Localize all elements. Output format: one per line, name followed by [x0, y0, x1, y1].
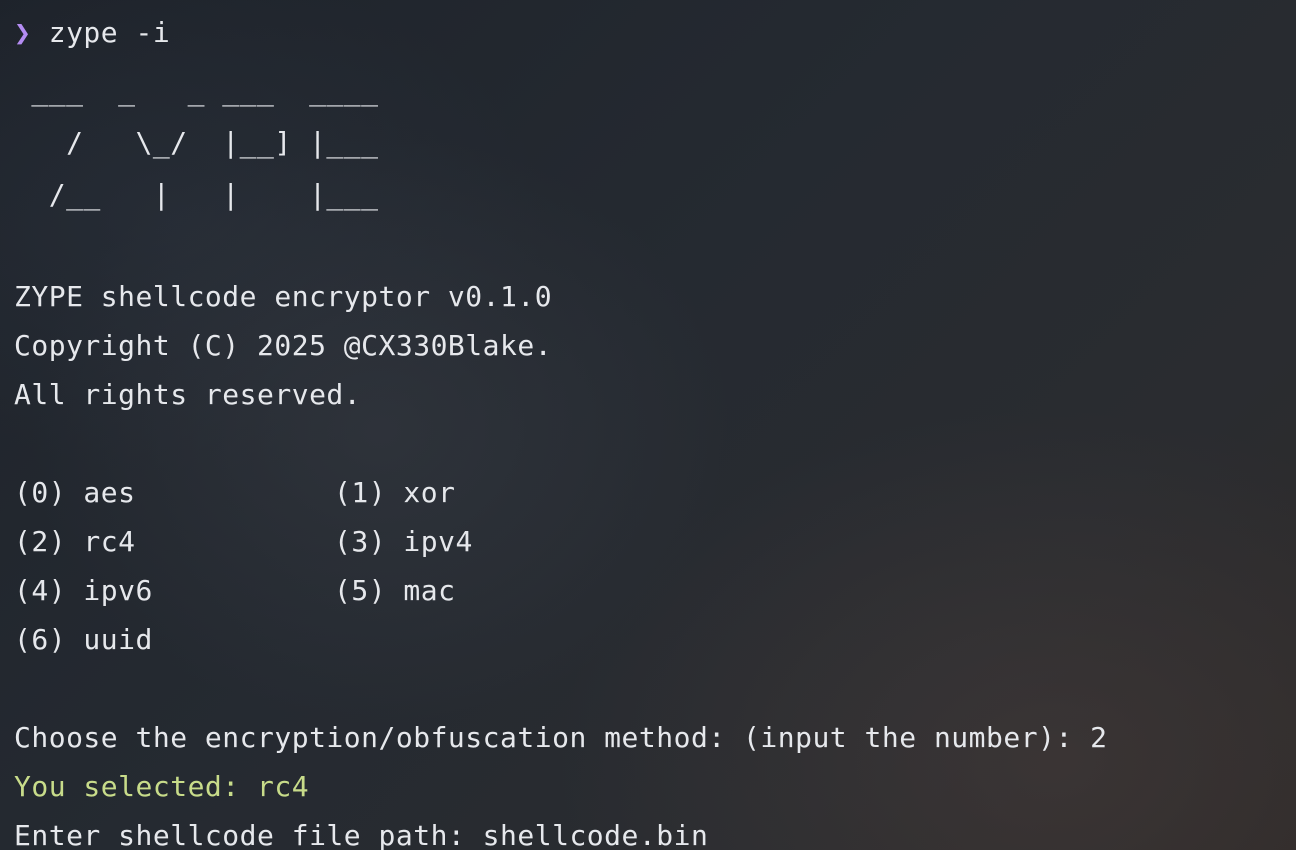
- selected-method-line: You selected: rc4: [14, 770, 310, 803]
- menu-row: (0) aes (1) xor: [14, 468, 1286, 517]
- copyright-line: Copyright (C) 2025 @CX330Blake.: [14, 329, 553, 362]
- choose-method-prompt: Choose the encryption/obfuscation method…: [14, 721, 1108, 754]
- prompt-chevron-icon: ❯: [14, 16, 32, 49]
- menu-option-ipv4: (3) ipv4: [334, 525, 473, 558]
- rights-line: All rights reserved.: [14, 378, 362, 411]
- command-text: zype -i: [48, 16, 171, 49]
- menu-option-ipv6: (4) ipv6: [14, 574, 153, 607]
- menu-row: (2) rc4 (3) ipv4: [14, 517, 1286, 566]
- banner-line: ___ _ _ ___ ____: [14, 74, 379, 107]
- menu-option-xor: (1) xor: [334, 476, 456, 509]
- menu-row: (4) ipv6 (5) mac: [14, 566, 1286, 615]
- app-title: ZYPE shellcode encryptor v0.1.0: [14, 280, 553, 313]
- menu-option-aes: (0) aes: [14, 476, 136, 509]
- banner-line: / \_/ |__] |___: [14, 126, 379, 159]
- terminal-window[interactable]: ❯ zype -i ___ _ _ ___ ____ / \_/ |__] |_…: [14, 8, 1286, 850]
- command-line: ❯ zype -i: [14, 8, 1286, 57]
- shellcode-path-prompt[interactable]: Enter shellcode file path: shellcode.bin: [14, 811, 1286, 850]
- menu-option-rc4: (2) rc4: [14, 525, 136, 558]
- banner-line: /__ | | |___: [14, 178, 379, 211]
- method-menu: (0) aes (1) xor (2) rc4 (3) ipv4 (4) ipv…: [14, 468, 1286, 664]
- menu-row: (6) uuid: [14, 615, 1286, 664]
- menu-option-mac: (5) mac: [334, 574, 456, 607]
- menu-option-uuid: (6) uuid: [14, 623, 153, 656]
- ascii-banner: ___ _ _ ___ ____ / \_/ |__] |___ /__ | |…: [14, 65, 1286, 221]
